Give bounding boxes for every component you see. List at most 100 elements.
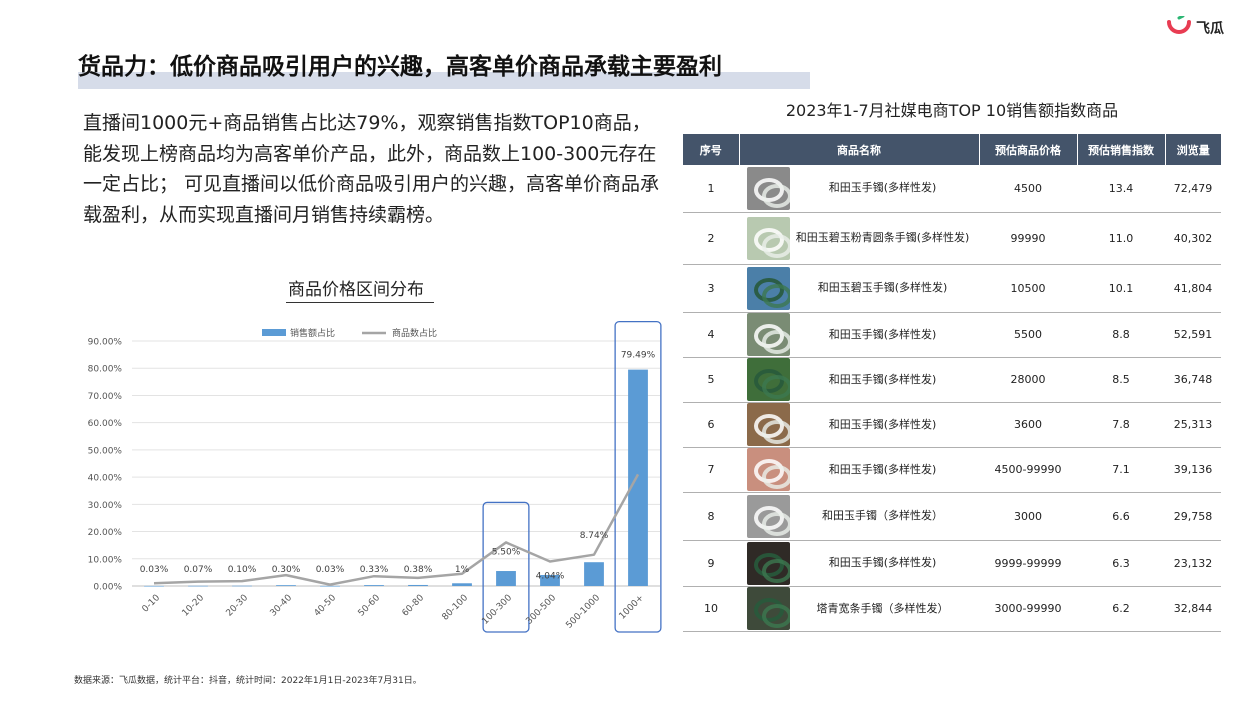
bar [496,571,516,586]
product-thumbnail [747,587,790,630]
data-label: 0.33% [360,565,389,575]
data-label: 0.30% [272,565,301,575]
y-tick-label: 20.00% [88,528,123,538]
data-label: 4.04% [536,572,565,582]
product-thumbnail [747,403,790,446]
y-tick-label: 70.00% [88,392,123,402]
bar [584,562,604,586]
bar [144,585,164,587]
x-tick-label: 40-50 [313,593,339,619]
product-cell: 和田玉碧玉手镯(多样性发) [739,264,979,313]
rank-cell: 5 [683,357,739,403]
page-title: 货品力：低价商品吸引用户的兴趣，高客单价商品承载主要盈利 [78,54,722,80]
product-name: 和田玉手镯(多样性发) [828,181,937,195]
price-cell: 3600 [979,402,1077,448]
views-cell: 36,748 [1165,357,1221,403]
product-cell: 和田玉碧玉粉青圆条手镯(多样性发) [739,212,979,265]
product-cell: 和田玉手镯(多样性发) [739,357,979,403]
bar [452,583,472,586]
rank-cell: 9 [683,540,739,587]
sales-index-cell: 8.8 [1077,312,1165,358]
x-tick-label: 50-60 [357,593,383,619]
x-tick-label: 10-20 [181,593,207,619]
brand-name: 飞瓜 [1196,21,1224,37]
sales-index-cell: 6.2 [1077,586,1165,632]
price-cell: 9999-99999 [979,540,1077,587]
price-cell: 3000-99990 [979,586,1077,632]
table-title: 2023年1-7月社媒电商TOP 10销售额指数商品 [785,101,1119,120]
table-header-row: 序号 商品名称 预估商品价格 预估销售指数 浏览量 [683,134,1221,165]
header-index: 预估销售指数 [1077,134,1166,165]
sales-index-cell: 6.3 [1077,540,1165,587]
legend-bar-swatch [262,329,286,336]
product-name: 和田玉手镯(多样性发) [828,372,937,386]
views-cell: 72,479 [1165,165,1221,213]
y-tick-label: 50.00% [88,446,123,456]
product-name: 塔青宽条手镯（多样性发） [816,601,949,615]
product-thumbnail [747,266,790,310]
bar [232,585,252,587]
price-cell: 3000 [979,492,1077,541]
sales-index-cell: 7.8 [1077,402,1165,448]
price-cell: 10500 [979,264,1077,313]
bar [188,585,208,587]
y-tick-label: 10.00% [88,555,123,565]
bar [276,585,296,586]
rank-cell: 10 [683,586,739,632]
product-thumbnail [747,313,790,356]
x-tick-label: 80-100 [441,593,471,623]
table-row: 5 和田玉手镯(多样性发) 28000 8.5 36,748 [683,357,1221,403]
views-cell: 29,758 [1165,492,1221,541]
header-rank: 序号 [683,134,740,165]
rank-cell: 4 [683,312,739,358]
header-price: 预估商品价格 [979,134,1078,165]
rank-cell: 3 [683,264,739,313]
intro-paragraph: 直播间1000元+商品销售占比达79%，观察销售指数TOP10商品，能发现上榜商… [83,112,660,226]
x-tick-label: 1000+ [618,593,647,622]
top10-products-table: 序号 商品名称 预估商品价格 预估销售指数 浏览量 1 和田玉手镯(多样性发) 45… [683,134,1221,632]
brand-logo: 飞瓜 [1166,16,1224,40]
product-thumbnail [747,358,790,401]
header-name: 商品名称 [739,134,980,165]
bar [364,585,384,586]
table-row: 1 和田玉手镯(多样性发) 4500 13.4 72,479 [683,165,1221,213]
product-cell: 和田玉手镯（多样性发） [739,492,979,541]
y-tick-label: 80.00% [88,365,123,375]
data-label: 5.50% [492,547,521,557]
sales-index-cell: 8.5 [1077,357,1165,403]
x-tick-label: 100-300 [480,593,514,627]
x-tick-label: 30-40 [269,593,295,619]
table-row: 8 和田玉手镯（多样性发） 3000 6.6 29,758 [683,492,1221,541]
price-cell: 4500 [979,165,1077,213]
views-cell: 52,591 [1165,312,1221,358]
table-row: 4 和田玉手镯(多样性发) 5500 8.8 52,591 [683,312,1221,358]
product-cell: 和田玉手镯(多样性发) [739,447,979,493]
table-row: 3 和田玉碧玉手镯(多样性发) 10500 10.1 41,804 [683,264,1221,313]
page-title-block: 货品力：低价商品吸引用户的兴趣，高客单价商品承载主要盈利 [78,50,810,92]
chart-title-underline [286,302,434,303]
table-row: 6 和田玉手镯(多样性发) 3600 7.8 25,313 [683,402,1221,448]
legend-bar-label: 销售额占比 [290,327,335,339]
price-cell: 99990 [979,212,1077,265]
y-tick-label: 60.00% [88,419,123,429]
price-cell: 4500-99990 [979,447,1077,493]
product-thumbnail [747,494,790,538]
views-cell: 25,313 [1165,402,1221,448]
table-row: 7 和田玉手镯(多样性发) 4500-99990 7.1 39,136 [683,447,1221,493]
price-cell: 28000 [979,357,1077,403]
data-source-footnote: 数据来源：飞瓜数据，统计平台：抖音，统计时间：2022年1月1日-2023年7月… [74,676,422,686]
x-tick-label: 60-80 [401,593,427,619]
x-tick-label: 500-1000 [564,593,602,631]
product-cell: 和田玉手镯(多样性发) [739,312,979,358]
product-name: 和田玉手镯(多样性发) [828,462,937,476]
sales-index-cell: 13.4 [1077,165,1165,213]
rank-cell: 6 [683,402,739,448]
bar [628,369,648,586]
sales-index-cell: 11.0 [1077,212,1165,265]
views-cell: 41,804 [1165,264,1221,313]
data-label: 0.38% [404,565,433,575]
table-row: 9 和田玉手镯(多样性发) 9999-99999 6.3 23,132 [683,540,1221,587]
x-tick-label: 0-10 [141,593,163,615]
data-label: 0.10% [228,565,257,575]
table-row: 2 和田玉碧玉粉青圆条手镯(多样性发) 99990 11.0 40,302 [683,212,1221,265]
